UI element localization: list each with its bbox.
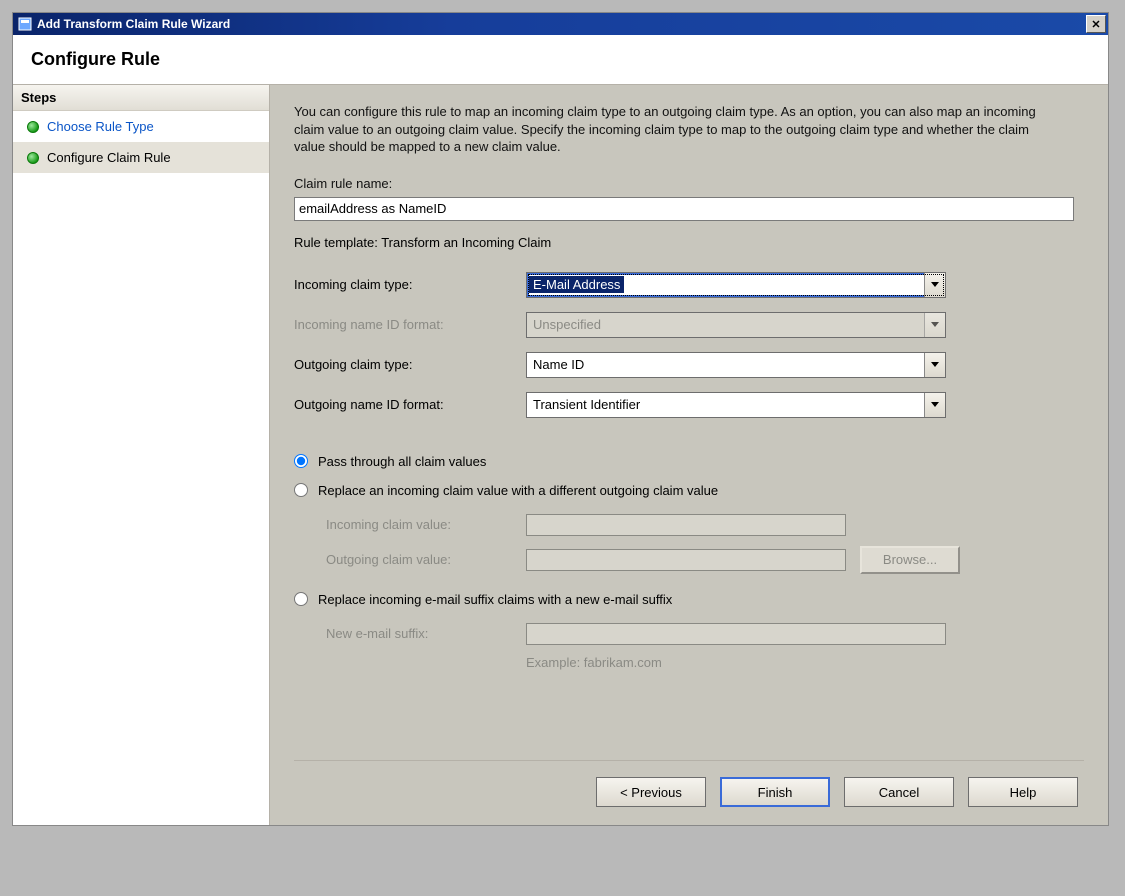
rule-template-line: Rule template: Transform an Incoming Cla…: [294, 235, 1084, 250]
cancel-button[interactable]: Cancel: [844, 777, 954, 807]
step-bullet-icon: [27, 121, 39, 133]
previous-button[interactable]: < Previous: [596, 777, 706, 807]
outgoing-claim-value-input: [526, 549, 846, 571]
rule-template-prefix: Rule template:: [294, 235, 381, 250]
replace-suffix-block: New e-mail suffix: Example: fabrikam.com: [326, 613, 1084, 670]
finish-button[interactable]: Finish: [720, 777, 830, 807]
close-icon: ✕: [1091, 18, 1100, 31]
new-email-suffix-input: [526, 623, 946, 645]
window-title: Add Transform Claim Rule Wizard: [37, 17, 1086, 31]
app-icon: [17, 16, 33, 32]
browse-button: Browse...: [860, 546, 960, 574]
outgoing-claim-type-label: Outgoing claim type:: [294, 357, 526, 372]
outgoing-nameid-format-label: Outgoing name ID format:: [294, 397, 526, 412]
claim-rule-name-label: Claim rule name:: [294, 176, 1084, 191]
step-link[interactable]: Choose Rule Type: [47, 119, 154, 134]
content: You can configure this rule to map an in…: [270, 85, 1108, 825]
radio-replace-value[interactable]: Replace an incoming claim value with a d…: [294, 483, 1084, 498]
body: Steps Choose Rule Type Configure Claim R…: [13, 85, 1108, 825]
row-new-email-suffix: New e-mail suffix:: [326, 623, 1084, 645]
row-incoming-claim-value: Incoming claim value:: [326, 514, 1084, 536]
outgoing-nameid-format-value: Transient Identifier: [527, 397, 924, 412]
incoming-claim-value-label: Incoming claim value:: [326, 517, 526, 532]
radio-replace-value-label: Replace an incoming claim value with a d…: [318, 483, 718, 498]
row-outgoing-claim-value: Outgoing claim value: Browse...: [326, 546, 1084, 574]
radio-replace-suffix[interactable]: Replace incoming e-mail suffix claims wi…: [294, 592, 1084, 607]
radio-pass-through[interactable]: Pass through all claim values: [294, 454, 1084, 469]
incoming-claim-type-value: E-Mail Address: [529, 276, 624, 293]
example-hint: Example: fabrikam.com: [526, 655, 1084, 670]
page-title: Configure Rule: [31, 49, 1090, 70]
header-strip: Configure Rule: [13, 35, 1108, 85]
step-configure-claim-rule[interactable]: Configure Claim Rule: [13, 142, 269, 173]
row-incoming-claim-type: Incoming claim type: E-Mail Address: [294, 272, 1084, 298]
incoming-claim-type-label: Incoming claim type:: [294, 277, 526, 292]
outgoing-claim-type-combo[interactable]: Name ID: [526, 352, 946, 378]
footer-bar: < Previous Finish Cancel Help: [294, 760, 1084, 815]
close-button[interactable]: ✕: [1086, 15, 1106, 33]
row-outgoing-claim-type: Outgoing claim type: Name ID: [294, 352, 1084, 378]
row-outgoing-nameid-format: Outgoing name ID format: Transient Ident…: [294, 392, 1084, 418]
chevron-down-icon[interactable]: [924, 273, 945, 297]
outgoing-nameid-format-combo[interactable]: Transient Identifier: [526, 392, 946, 418]
incoming-claim-value-input: [526, 514, 846, 536]
incoming-nameid-format-combo: Unspecified: [526, 312, 946, 338]
chevron-down-icon: [924, 313, 945, 337]
radio-pass-through-label: Pass through all claim values: [318, 454, 486, 469]
incoming-nameid-format-value: Unspecified: [527, 317, 924, 332]
steps-header: Steps: [13, 85, 269, 111]
rule-template-value: Transform an Incoming Claim: [381, 235, 551, 250]
row-incoming-nameid-format: Incoming name ID format: Unspecified: [294, 312, 1084, 338]
help-button[interactable]: Help: [968, 777, 1078, 807]
titlebar: Add Transform Claim Rule Wizard ✕: [13, 13, 1108, 35]
step-label: Configure Claim Rule: [47, 150, 171, 165]
claim-rule-name-input[interactable]: [294, 197, 1074, 221]
radio-pass-through-input[interactable]: [294, 454, 308, 468]
incoming-nameid-format-label: Incoming name ID format:: [294, 317, 526, 332]
step-choose-rule-type[interactable]: Choose Rule Type: [13, 111, 269, 142]
chevron-down-icon[interactable]: [924, 393, 945, 417]
incoming-claim-type-combo[interactable]: E-Mail Address: [526, 272, 946, 298]
replace-value-block: Incoming claim value: Outgoing claim val…: [326, 504, 1084, 584]
outgoing-claim-value-label: Outgoing claim value:: [326, 552, 526, 567]
new-email-suffix-label: New e-mail suffix:: [326, 626, 526, 641]
chevron-down-icon[interactable]: [924, 353, 945, 377]
intro-text: You can configure this rule to map an in…: [294, 103, 1054, 156]
radio-replace-suffix-label: Replace incoming e-mail suffix claims wi…: [318, 592, 672, 607]
radio-replace-suffix-input[interactable]: [294, 592, 308, 606]
radio-replace-value-input[interactable]: [294, 483, 308, 497]
outgoing-claim-type-value: Name ID: [527, 357, 924, 372]
sidebar: Steps Choose Rule Type Configure Claim R…: [13, 85, 270, 825]
step-bullet-icon: [27, 152, 39, 164]
wizard-window: Add Transform Claim Rule Wizard ✕ Config…: [12, 12, 1109, 826]
